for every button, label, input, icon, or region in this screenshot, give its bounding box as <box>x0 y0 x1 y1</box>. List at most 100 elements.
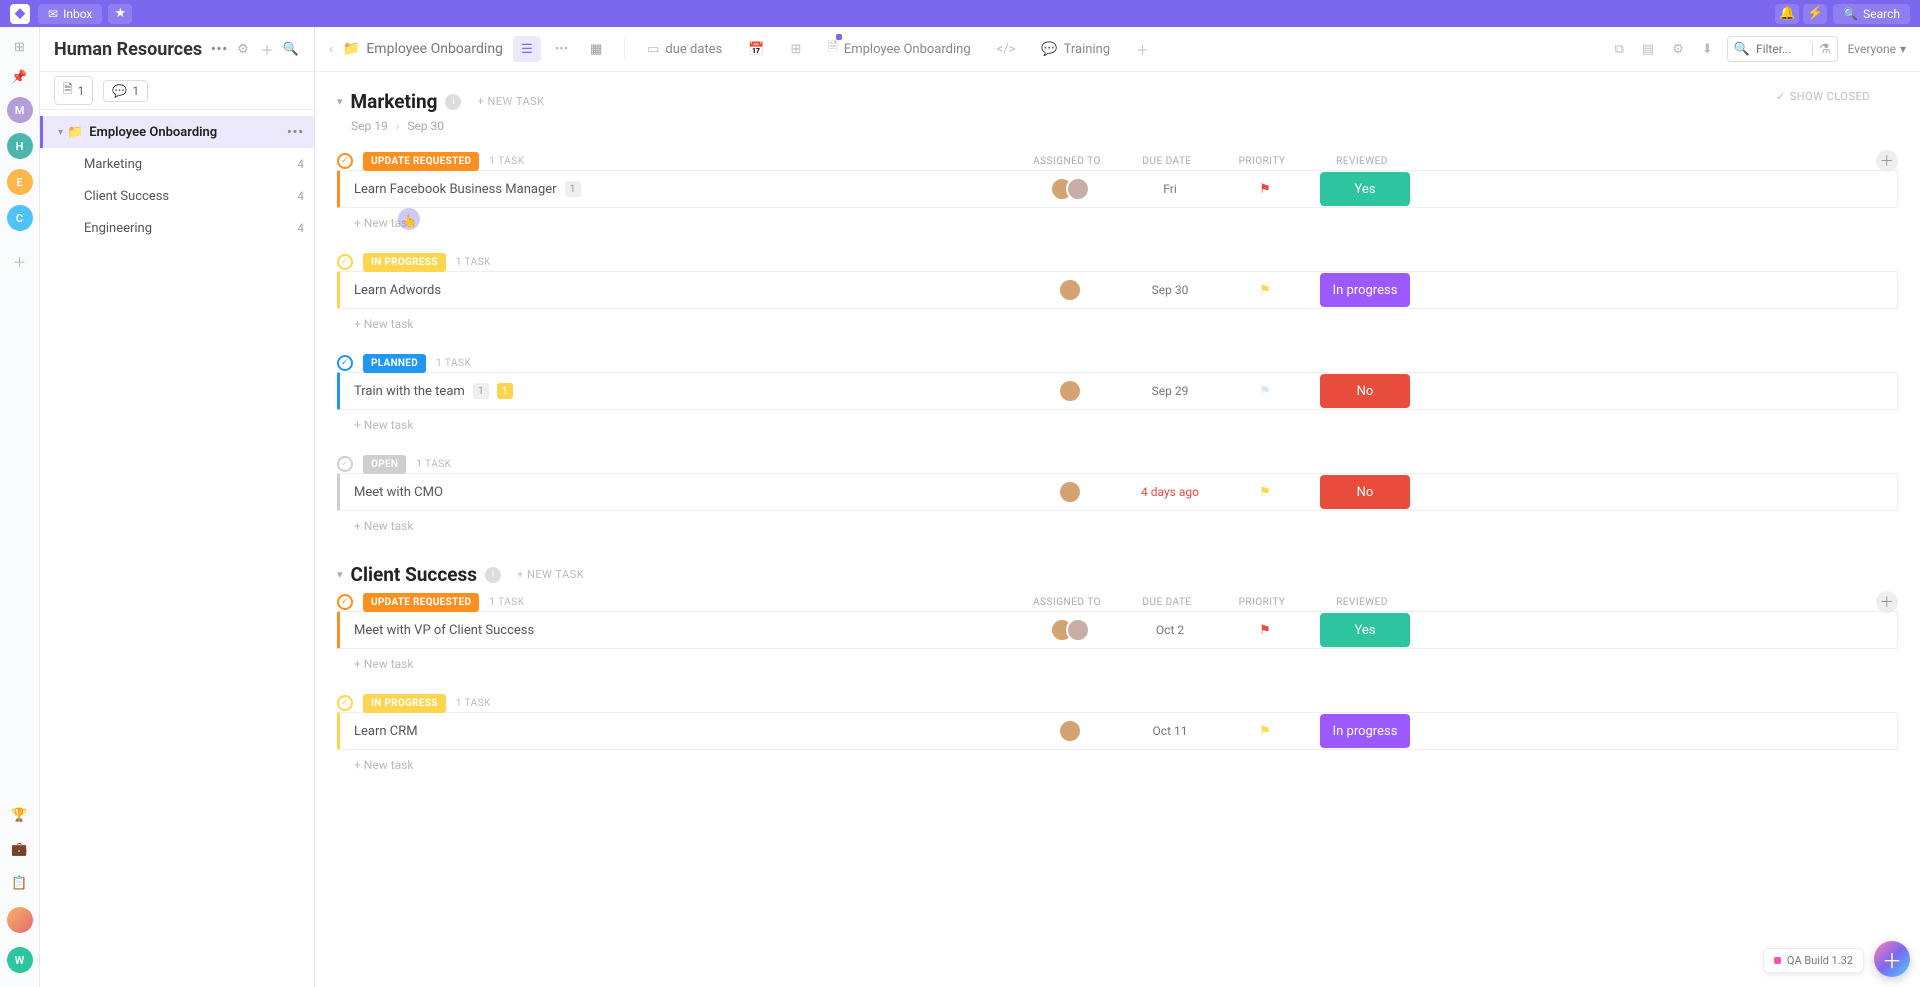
space-avatar[interactable]: C <box>7 205 33 231</box>
tab-employee-onboarding[interactable]: 🗎Employee Onboarding <box>819 38 978 60</box>
status-chip[interactable]: OPEN <box>363 455 406 474</box>
info-icon[interactable]: i <box>445 94 461 110</box>
task-row[interactable]: Meet with CMO 4 days ago ⚑ No <box>337 473 1898 511</box>
new-task-button[interactable]: + New task <box>337 511 1898 533</box>
folder-employee-onboarding[interactable]: ▾ 📁 Employee Onboarding ••• <box>40 116 314 148</box>
space-avatar[interactable]: M <box>7 97 33 123</box>
settings-icon[interactable]: ⚙ <box>234 42 252 57</box>
status-circle-icon[interactable]: ✓ <box>337 355 353 371</box>
sidebar-list-item[interactable]: Marketing4 <box>40 148 314 180</box>
add-space-icon[interactable]: ＋ <box>10 251 30 271</box>
add-icon[interactable]: ＋ <box>258 40 276 59</box>
status-chip[interactable]: UPDATE REQUESTED <box>363 152 479 171</box>
assignee-avatar[interactable] <box>1058 379 1082 403</box>
assignee-avatar[interactable] <box>1058 278 1082 302</box>
tab-training[interactable]: 💬Training <box>1033 42 1118 57</box>
status-circle-icon[interactable]: ✓ <box>337 456 353 472</box>
status-circle-icon[interactable]: ✓ <box>337 594 353 610</box>
trophy-icon[interactable]: 🏆 <box>10 805 30 825</box>
reviewed-button[interactable]: No <box>1320 475 1410 509</box>
filter-toggle-icon[interactable]: ⚗ <box>1812 42 1831 57</box>
chats-pill[interactable]: 💬1 <box>103 80 148 102</box>
status-chip[interactable]: IN PROGRESS <box>363 694 446 713</box>
filter-input-wrap[interactable]: 🔍 ⚗ <box>1727 36 1838 62</box>
new-task-button[interactable]: + New task <box>337 410 1898 432</box>
reviewed-button[interactable]: Yes <box>1320 613 1410 647</box>
new-task-header-button[interactable]: + NEW TASK <box>517 568 584 581</box>
reviewed-button[interactable]: In progress <box>1320 714 1410 748</box>
app-logo[interactable]: ◆ <box>10 4 30 24</box>
search-sidebar-icon[interactable]: 🔍 <box>282 42 300 57</box>
new-task-button[interactable]: + New task <box>337 309 1898 331</box>
docs-pill[interactable]: 🗎1 <box>54 76 93 105</box>
priority-flag-icon[interactable]: ⚑ <box>1259 182 1271 197</box>
due-date[interactable]: Oct 11 <box>1153 724 1188 738</box>
due-date[interactable]: Sep 29 <box>1152 384 1189 398</box>
reviewed-button[interactable]: Yes <box>1320 172 1410 206</box>
due-date[interactable]: 4 days ago <box>1141 485 1199 499</box>
caret-down-icon[interactable]: ▾ <box>337 95 343 108</box>
sidebar-list-item[interactable]: Client Success4 <box>40 180 314 212</box>
search-button[interactable]: 🔍 Search <box>1833 4 1910 24</box>
assignee-avatar[interactable] <box>1066 618 1090 642</box>
status-circle-icon[interactable]: ✓ <box>337 153 353 169</box>
add-column-button[interactable]: ＋ <box>1876 150 1898 172</box>
status-circle-icon[interactable]: ✓ <box>337 695 353 711</box>
briefcase-icon[interactable]: 💼 <box>10 839 30 859</box>
tool-icon-1[interactable]: ⧉ <box>1611 42 1628 57</box>
assignee-avatar[interactable] <box>1058 480 1082 504</box>
tool-settings-icon[interactable]: ⚙ <box>1668 42 1688 57</box>
view-options-icon[interactable]: ••• <box>551 42 572 57</box>
apps-icon[interactable]: ⊞ <box>10 37 30 57</box>
new-task-header-button[interactable]: + NEW TASK <box>477 95 544 108</box>
nav-back-icon[interactable]: ‹ <box>329 42 333 57</box>
qa-build-pill[interactable]: QA Build 1.32 <box>1763 948 1864 973</box>
folder-more-icon[interactable]: ••• <box>287 125 304 140</box>
info-icon[interactable]: i <box>485 567 501 583</box>
reviewed-button[interactable]: In progress <box>1320 273 1410 307</box>
notifications-icon[interactable]: 🔔 <box>1775 4 1799 24</box>
bolt-icon[interactable]: ⚡ <box>1803 4 1827 24</box>
list-view-button[interactable]: ☰ <box>513 36 541 62</box>
show-closed-button[interactable]: ✓SHOW CLOSED <box>1776 90 1870 103</box>
priority-flag-icon[interactable]: ⚑ <box>1259 283 1271 298</box>
task-row[interactable]: Learn CRM Oct 11 ⚑ In progress <box>337 712 1898 750</box>
quick-create-fab[interactable]: ＋ <box>1874 941 1910 977</box>
user-photo-avatar[interactable] <box>7 907 33 933</box>
favorite-button[interactable]: ★ <box>108 4 132 24</box>
priority-flag-icon[interactable]: ⚑ <box>1259 724 1271 739</box>
pin-icon[interactable]: 📌 <box>10 67 30 87</box>
new-task-button[interactable]: + New task <box>337 750 1898 772</box>
inbox-button[interactable]: ✉ Inbox <box>38 4 102 24</box>
due-date[interactable]: Sep 30 <box>1152 283 1189 297</box>
assignee-avatar[interactable] <box>1066 177 1090 201</box>
space-avatar[interactable]: H <box>7 133 33 159</box>
user-avatar[interactable]: W <box>7 947 33 973</box>
priority-flag-icon[interactable]: ⚑ <box>1259 485 1271 500</box>
task-row[interactable]: Meet with VP of Client Success Oct 2 ⚑ Y… <box>337 611 1898 649</box>
status-chip[interactable]: PLANNED <box>363 354 426 373</box>
clipboard-icon[interactable]: 📋 <box>10 873 30 893</box>
caret-down-icon[interactable]: ▾ <box>337 568 343 581</box>
add-column-button[interactable]: ＋ <box>1876 591 1898 613</box>
space-avatar[interactable]: E <box>7 169 33 195</box>
tab-embed[interactable]: </> <box>989 42 1024 57</box>
add-view-button[interactable]: ＋ <box>1128 40 1157 59</box>
status-circle-icon[interactable]: ✓ <box>337 254 353 270</box>
due-date[interactable]: Oct 2 <box>1156 623 1184 637</box>
task-row[interactable]: Learn Facebook Business Manager1 Fri ⚑ Y… <box>337 170 1898 208</box>
task-row[interactable]: Learn Adwords Sep 30 ⚑ In progress <box>337 271 1898 309</box>
new-task-button[interactable]: + New task <box>337 208 1898 230</box>
assignee-avatar[interactable] <box>1058 719 1082 743</box>
filter-input[interactable] <box>1756 42 1806 56</box>
status-chip[interactable]: IN PROGRESS <box>363 253 446 272</box>
sidebar-list-item[interactable]: Engineering4 <box>40 212 314 244</box>
board-view-button[interactable]: ▦ <box>582 36 610 62</box>
priority-flag-icon[interactable]: ⚑ <box>1259 384 1271 399</box>
priority-flag-icon[interactable]: ⚑ <box>1259 623 1271 638</box>
task-row[interactable]: Train with the team11 Sep 29 ⚑ No <box>337 372 1898 410</box>
reviewed-button[interactable]: No <box>1320 374 1410 408</box>
tool-icon-2[interactable]: ▤ <box>1638 42 1658 57</box>
tab-calendar[interactable]: 📅 <box>740 42 772 57</box>
assignee-filter[interactable]: Everyone▾ <box>1848 42 1906 56</box>
